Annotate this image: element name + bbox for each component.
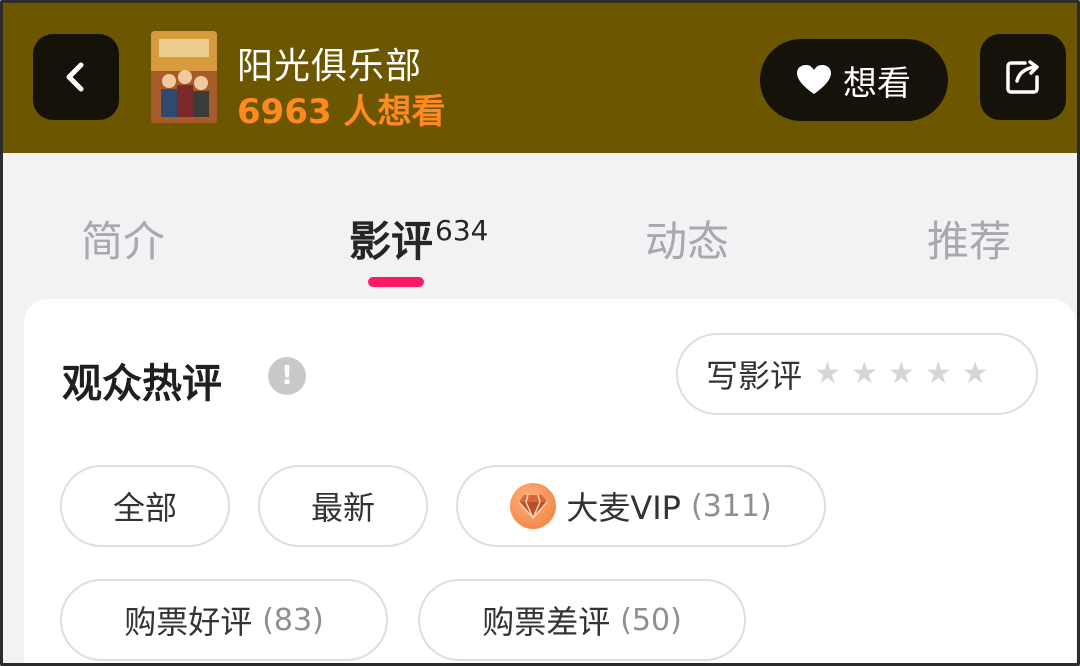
movie-header: 阳光俱乐部 6963 人想看 想看: [3, 3, 1077, 153]
tab-label: 推荐: [927, 217, 1012, 266]
tab-reviews[interactable]: 影评634: [349, 208, 488, 269]
section-title: 观众热评: [62, 361, 222, 407]
diamond-icon: [510, 483, 557, 529]
rating-stars: ★ ★ ★ ★ ★: [814, 359, 989, 389]
filter-good-ticket-reviews[interactable]: 购票好评 (83): [60, 579, 388, 661]
star-icon: ★: [961, 356, 989, 391]
filter-latest[interactable]: 最新: [258, 465, 428, 547]
write-review-label: 写影评: [706, 357, 803, 395]
filter-label: 购票好评: [124, 603, 253, 641]
tab-intro[interactable]: 简介: [81, 208, 165, 269]
tab-label: 影评: [349, 217, 434, 266]
tab-label: 简介: [81, 217, 166, 266]
filter-label: 大麦VIP: [566, 489, 681, 527]
want-button-label: 想看: [843, 63, 911, 104]
movie-title: 阳光俱乐部: [237, 46, 423, 87]
want-count: 6963 人想看: [237, 92, 446, 132]
filter-label: 最新: [310, 489, 375, 527]
poster-image: [151, 31, 217, 123]
tab-bar: 简介 影评634 动态 推荐: [3, 153, 1077, 293]
write-review-button[interactable]: 写影评 ★ ★ ★ ★ ★: [676, 333, 1038, 415]
star-icon: ★: [850, 356, 878, 391]
tab-label: 动态: [645, 217, 730, 266]
movie-poster[interactable]: [151, 31, 217, 123]
filter-label: 购票差评: [482, 603, 611, 641]
star-icon: ★: [924, 356, 952, 391]
tab-review-count: 634: [435, 214, 489, 247]
want-to-watch-button[interactable]: 想看: [760, 39, 948, 121]
info-icon[interactable]: !: [268, 357, 306, 395]
share-button[interactable]: [980, 34, 1066, 120]
reviews-card: 观众热评 ! 写影评 ★ ★ ★ ★ ★ 全部 最新 大麦VIP (311) 购…: [24, 299, 1076, 663]
active-tab-indicator: [368, 277, 424, 287]
filter-bad-ticket-reviews[interactable]: 购票差评 (50): [418, 579, 746, 661]
filter-label: 全部: [112, 489, 177, 527]
star-icon: ★: [814, 356, 841, 391]
filter-all[interactable]: 全部: [60, 465, 230, 547]
tab-recommend[interactable]: 推荐: [927, 208, 1011, 269]
share-icon: [1006, 60, 1039, 94]
chevron-left-icon: [66, 62, 84, 92]
back-button[interactable]: [33, 34, 119, 120]
filter-count: (83): [262, 602, 324, 638]
tab-activity[interactable]: 动态: [645, 208, 729, 269]
star-icon: ★: [887, 356, 915, 391]
heart-icon: [797, 65, 831, 94]
app-frame: 阳光俱乐部 6963 人想看 想看 简介 影评634 动态 推荐 观众热评 ! …: [0, 0, 1080, 666]
filter-count: (311): [690, 488, 772, 524]
filter-vip[interactable]: 大麦VIP (311): [456, 465, 826, 547]
filter-count: (50): [620, 602, 682, 638]
